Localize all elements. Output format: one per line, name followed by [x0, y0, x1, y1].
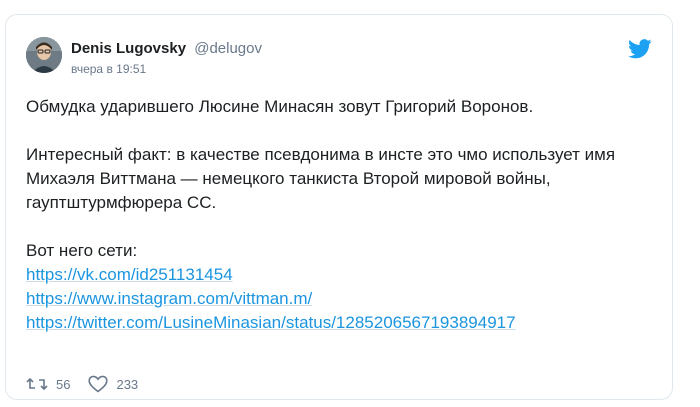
author-name[interactable]: Denis Lugovsky: [71, 40, 186, 57]
tweet-line: Михаэля Виттмана — немецкого танкиста Вт…: [26, 169, 551, 188]
retweet-count: 56: [56, 376, 71, 392]
timestamp[interactable]: вчера в 19:51: [71, 62, 146, 76]
tweet-line: Обмудка ударившего Люсине Минасян зовут …: [26, 97, 534, 116]
instagram-link[interactable]: https://www.instagram.com/vittman.m/: [26, 289, 312, 308]
author-line: Denis Lugovsky @delugov: [71, 40, 262, 57]
author-handle[interactable]: @delugov: [194, 40, 262, 57]
twitter-logo-icon[interactable]: [628, 39, 652, 59]
like-icon: [88, 375, 109, 393]
tweet-card: Denis Lugovsky @delugov вчера в 19:51 Об…: [5, 14, 673, 400]
tweet-text: Обмудка ударившего Люсине Минасян зовут …: [26, 95, 656, 335]
like-button[interactable]: 233: [88, 375, 138, 393]
tweet-actions: 56 233: [26, 373, 156, 395]
tweet-line: Вот него сети:: [26, 241, 138, 260]
vk-link[interactable]: https://vk.com/id251131454: [26, 265, 233, 284]
tweet-line: Интересный факт: в качестве псевдонима в…: [26, 145, 616, 164]
retweet-button[interactable]: 56: [26, 376, 70, 392]
twitter-status-link[interactable]: https://twitter.com/LusineMinasian/statu…: [26, 313, 516, 332]
avatar[interactable]: [26, 37, 62, 73]
retweet-icon: [26, 377, 48, 391]
tweet-line: гауптштурмфюрера СС.: [26, 193, 217, 212]
like-count: 233: [116, 376, 139, 392]
